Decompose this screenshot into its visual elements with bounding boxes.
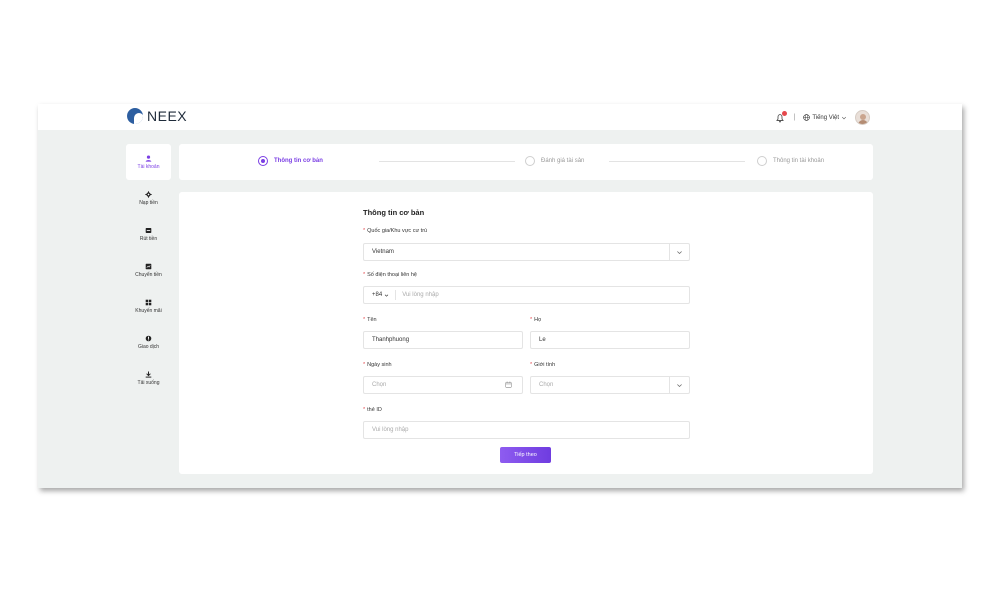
sidebar-item-download[interactable]: Tải xuống (126, 360, 171, 396)
required-mark: * (363, 317, 366, 323)
app-window: NEEX | Tiếng Việt Tài khoản Nạp tiền Rút… (38, 104, 962, 488)
notification-bell-icon[interactable] (775, 110, 788, 123)
sidebar-item-deposit[interactable]: Nạp tiền (126, 180, 171, 216)
step-radio-icon (525, 156, 535, 166)
sidebar-item-label: Chuyển tiền (135, 271, 162, 278)
step-radio-icon (258, 156, 268, 166)
required-mark: * (363, 407, 366, 413)
deposit-icon (145, 190, 152, 198)
birthday-label: * Ngày sinh (363, 362, 392, 368)
step-label: Thông tin tài khoản (773, 158, 825, 164)
required-mark: * (530, 317, 533, 323)
sidebar-item-label: Tài khoản (137, 163, 160, 170)
globe-icon (803, 114, 811, 121)
chevron-down-icon (669, 377, 689, 393)
sidebar-item-label: Rút tiền (139, 235, 158, 242)
step-radio-icon (757, 156, 767, 166)
id-card-placeholder: Vui lòng nhập (372, 427, 409, 433)
step-asset-assessment[interactable]: Đánh giá tài sản (525, 156, 584, 166)
step-label: Đánh giá tài sản (541, 158, 585, 164)
required-mark: * (363, 362, 366, 368)
country-select[interactable]: Vietnam (363, 243, 690, 261)
brand-logo[interactable]: NEEX (127, 108, 187, 124)
last-name-value: Le (539, 337, 546, 343)
step-account-info[interactable]: Thông tin tài khoản (757, 156, 824, 166)
birthday-label-text: Ngày sinh (367, 362, 392, 368)
first-name-label-text: Tên (367, 317, 377, 323)
gender-label: * Giới tính (530, 362, 555, 368)
promotion-icon (145, 299, 152, 306)
divider: | (793, 114, 796, 121)
form-title: Thông tin cơ bản (363, 208, 425, 217)
country-label-text: Quốc gia/Khu vực cư trú (367, 228, 428, 234)
step-connector (609, 161, 745, 162)
transfer-icon (145, 263, 152, 270)
birthday-picker[interactable]: Chọn (363, 376, 523, 394)
top-actions: | Tiếng Việt (775, 110, 870, 125)
download-icon (145, 371, 152, 378)
progress-steps: Thông tin cơ bản Đánh giá tài sản Thông … (179, 144, 873, 180)
id-card-label-text: thẻ ID (367, 407, 382, 413)
step-basic-info[interactable]: Thông tin cơ bản (258, 156, 323, 166)
phone-placeholder: Vui lòng nhập (402, 292, 439, 298)
phone-field[interactable]: +84 Vui lòng nhập (363, 286, 690, 304)
language-selector[interactable]: Tiếng Việt (803, 114, 847, 121)
brand-name: NEEX (147, 108, 188, 124)
phone-label-text: Số điện thoại liên hệ (367, 272, 417, 278)
gender-select[interactable]: Chọn (530, 376, 690, 394)
id-card-label: * thẻ ID (363, 407, 382, 413)
country-label: * Quốc gia/Khu vực cư trú (363, 228, 427, 234)
gender-label-text: Giới tính (534, 362, 556, 368)
last-name-input[interactable]: Le (530, 331, 690, 349)
chevron-down-icon (669, 244, 689, 260)
last-name-label-text: Họ (534, 317, 542, 323)
sidebar-item-label: Khuyến mãi (135, 307, 162, 314)
chevron-down-icon (384, 294, 389, 297)
step-label: Thông tin cơ bản (274, 158, 323, 164)
country-code: +84 (372, 292, 383, 298)
sidebar-item-label: Tải xuống (137, 379, 160, 386)
chevron-down-icon (841, 116, 847, 119)
calendar-icon (505, 381, 512, 388)
sidebar-item-label: Giao dịch (137, 343, 160, 350)
first-name-value: Thanhphuong (372, 337, 410, 343)
trade-icon (145, 335, 152, 342)
phone-label: * Số điện thoại liên hệ (363, 272, 417, 278)
first-name-input[interactable]: Thanhphuong (363, 331, 523, 349)
required-mark: * (363, 228, 366, 234)
country-code-selector[interactable]: +84 (372, 290, 397, 300)
sidebar-item-trade[interactable]: Giao dịch (126, 324, 171, 360)
gender-placeholder: Chọn (539, 382, 554, 388)
id-card-input[interactable]: Vui lòng nhập (363, 421, 690, 439)
sidebar: Tài khoản Nạp tiền Rút tiền Chuyển tiền … (126, 144, 171, 396)
logo-mark-icon (127, 108, 143, 124)
last-name-label: * Họ (530, 317, 541, 323)
notification-dot (782, 110, 788, 116)
country-value: Vietnam (372, 249, 394, 255)
sidebar-item-promotion[interactable]: Khuyến mãi (126, 288, 171, 324)
sidebar-item-account[interactable]: Tài khoản (126, 144, 171, 180)
first-name-label: * Tên (363, 317, 377, 323)
sidebar-item-transfer[interactable]: Chuyển tiền (126, 252, 171, 288)
required-mark: * (363, 272, 366, 278)
sidebar-item-label: Nạp tiền (139, 199, 158, 206)
user-icon (145, 154, 152, 162)
avatar[interactable] (855, 110, 870, 125)
top-bar: NEEX | Tiếng Việt (38, 104, 962, 130)
withdraw-icon (145, 227, 152, 234)
birthday-placeholder: Chọn (372, 382, 387, 388)
step-connector (379, 161, 515, 162)
required-mark: * (530, 362, 533, 368)
language-label: Tiếng Việt (812, 114, 839, 121)
next-button[interactable]: Tiếp theo (500, 447, 551, 463)
sidebar-item-withdraw[interactable]: Rút tiền (126, 216, 171, 252)
basic-info-form: Thông tin cơ bản * Quốc gia/Khu vực cư tr… (179, 192, 873, 474)
